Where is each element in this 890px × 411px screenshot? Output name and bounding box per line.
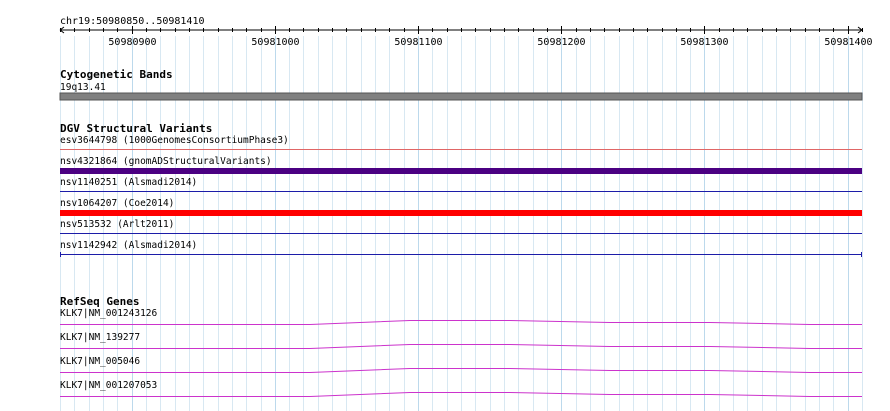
ruler-tick-label: 50980900 (108, 37, 156, 48)
refseq-gene-label: KLK7|NM_005046 (60, 356, 140, 367)
refseq-gene-label: KLK7|NM_001207053 (60, 380, 157, 391)
dgv-feature-label: esv3644798 (1000GenomesConsortiumPhase3) (60, 135, 289, 146)
ruler-tick-label: 50981100 (394, 37, 442, 48)
genome-browser-view[interactable]: chr19:50980850..50981410 50980900 5098100… (0, 0, 890, 411)
track-title-dgv: DGV Structural Variants (60, 122, 212, 135)
dgv-feature-label: nsv4321864 (gnomADStructuralVariants) (60, 156, 272, 167)
band-label: 19q13.41 (60, 82, 106, 93)
ruler-ticks: 50980900 50981000 50981100 50981200 50981300… (60, 26, 873, 48)
ruler[interactable]: chr19:50980850..50981410 50980900 5098100… (59, 16, 873, 48)
region-label: chr19:50980850..50981410 (60, 16, 205, 27)
cytoband[interactable] (59, 92, 863, 101)
grid-lines (60, 36, 863, 411)
ruler-tick-label: 50981200 (537, 37, 585, 48)
refseq-gene-label: KLK7|NM_001243126 (60, 308, 158, 319)
track-title-refseq: RefSeq Genes (60, 295, 139, 308)
refseq-gene-label: KLK7|NM_139277 (60, 332, 140, 343)
dgv-feature-bar[interactable] (60, 168, 862, 174)
dgv-feature-label: nsv1064207 (Coe2014) (60, 198, 174, 209)
dgv-feature-label: nsv1142942 (Alsmadi2014) (60, 240, 197, 251)
ruler-tick-label: 50981400 (824, 37, 872, 48)
dgv-feature-label: nsv1140251 (Alsmadi2014) (60, 177, 197, 188)
track-title-cytogenetic: Cytogenetic Bands (60, 68, 173, 81)
ruler-tick-label: 50981300 (680, 37, 728, 48)
dgv-feature-bar[interactable] (60, 210, 862, 216)
dgv-feature-label: nsv513532 (Arlt2011) (60, 219, 174, 230)
ruler-tick-label: 50981000 (251, 37, 299, 48)
